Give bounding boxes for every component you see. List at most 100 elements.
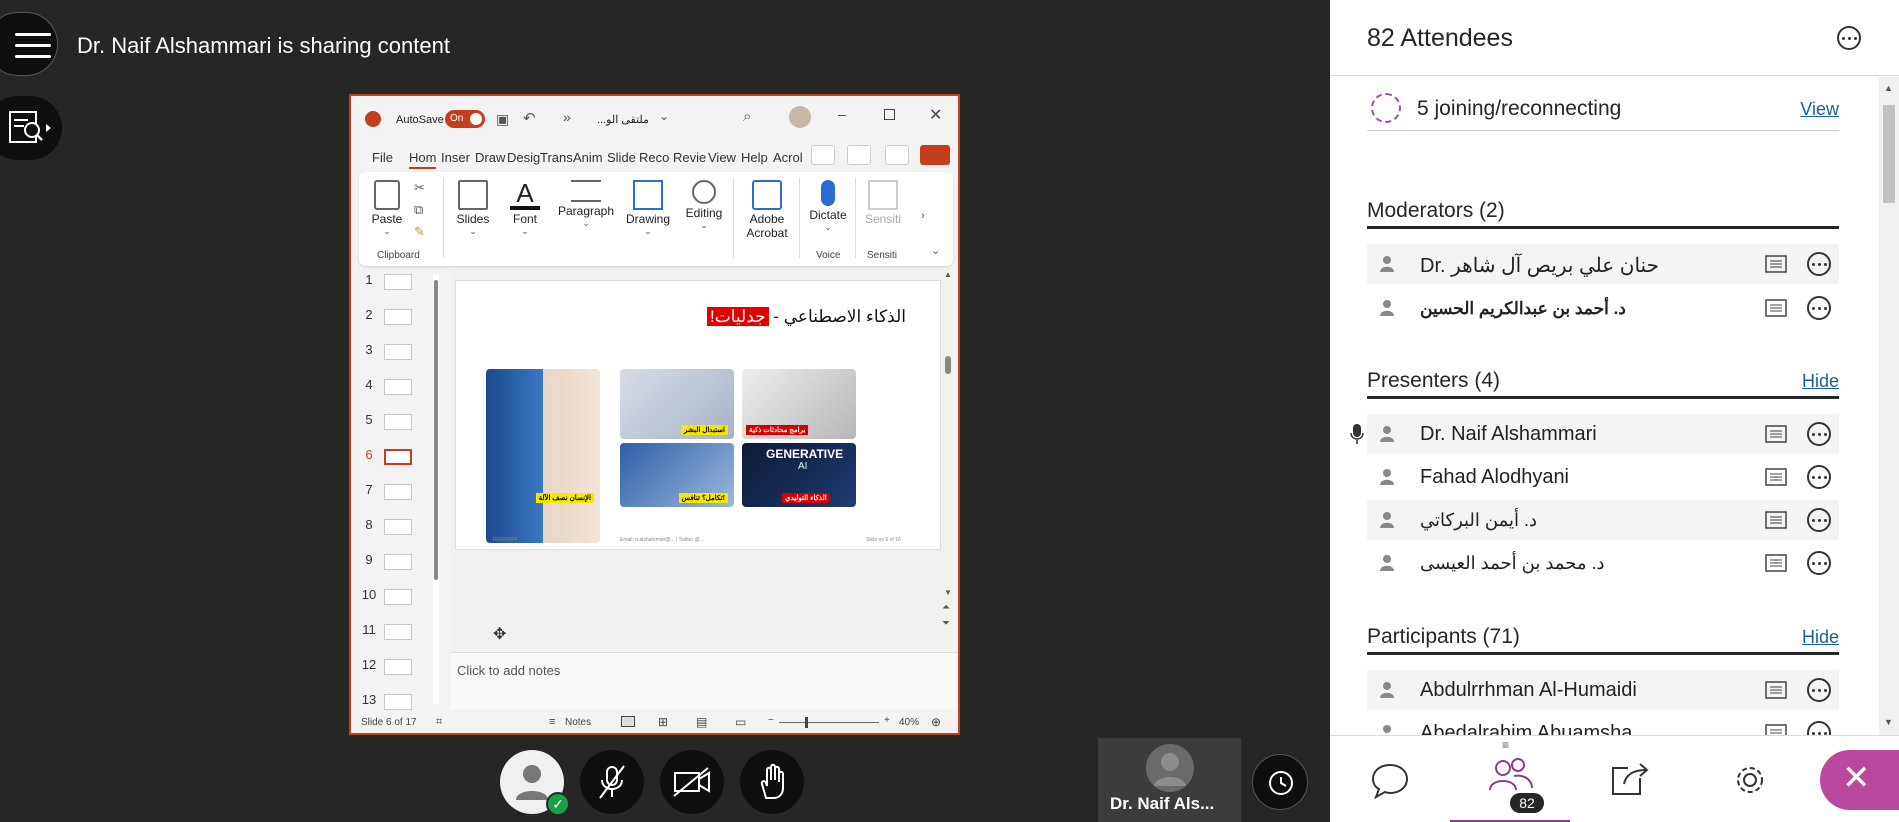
slide-thumb-3[interactable]: 3: [351, 338, 421, 362]
autosave-toggle[interactable]: On: [445, 110, 485, 128]
slide-image-generative-ai[interactable]: GENERATIVE AI الذكاء التوليدي: [742, 443, 856, 507]
tab-review[interactable]: Revie: [673, 150, 706, 165]
chevron-down-icon[interactable]: ⌄: [659, 109, 669, 123]
attendee-options-icon[interactable]: [1807, 508, 1831, 532]
slide-scrollbar-thumb[interactable]: [945, 356, 951, 374]
tab-view[interactable]: View: [708, 150, 736, 165]
tab-share-content[interactable]: [1570, 736, 1690, 822]
save-icon[interactable]: ▣: [496, 111, 509, 128]
paragraph-button[interactable]: Paragraph ⌄: [555, 172, 617, 229]
next-slide-icon[interactable]: ⏷: [942, 618, 950, 629]
search-icon[interactable]: ⌕: [743, 108, 751, 125]
joining-view-link[interactable]: View: [1800, 99, 1839, 120]
ribbon-scroll-right-icon[interactable]: ›: [921, 210, 925, 222]
slide-thumb-6[interactable]: 6: [351, 443, 421, 467]
scroll-down-icon[interactable]: ▼: [1884, 717, 1893, 727]
zoom-in-icon[interactable]: +: [884, 715, 890, 726]
raise-hand-button[interactable]: [740, 750, 804, 814]
tab-help[interactable]: Help: [741, 150, 768, 165]
font-button[interactable]: A Font ⌄: [505, 172, 545, 237]
slide-thumb-8[interactable]: 8: [351, 513, 421, 537]
slide-thumb-1[interactable]: 1: [351, 268, 421, 292]
self-video-tile[interactable]: Dr. Naif Als...: [1098, 738, 1241, 822]
thumbnails-scrollbar[interactable]: [433, 274, 439, 704]
slide-image-half-machine[interactable]: الإنسان نصف الآلة: [486, 369, 600, 543]
attendee-row[interactable]: Fahad Alodhyani: [1367, 457, 1839, 497]
slideshow-icon[interactable]: ▭: [735, 715, 746, 729]
attendee-options-icon[interactable]: [1807, 551, 1831, 575]
close-icon[interactable]: ✕: [929, 105, 942, 125]
attendee-options-icon[interactable]: [1807, 422, 1831, 446]
slide-thumb-5[interactable]: 5: [351, 408, 421, 432]
document-title[interactable]: ملتقى الو...: [597, 113, 649, 126]
fit-to-window-icon[interactable]: ⊕: [931, 715, 941, 729]
slide-thumb-9[interactable]: 9: [351, 548, 421, 572]
maximize-icon[interactable]: [884, 109, 895, 120]
attendee-options-icon[interactable]: [1807, 252, 1831, 276]
session-timer-button[interactable]: [1252, 754, 1308, 810]
tab-transitions[interactable]: Trans: [540, 150, 573, 165]
attendee-row[interactable]: Abdulrrhman Al-Humaidi: [1367, 670, 1839, 710]
content-search-button[interactable]: [0, 96, 62, 160]
attendee-options-icon[interactable]: [1807, 678, 1831, 702]
tab-design[interactable]: Desig: [507, 150, 540, 165]
attendee-row[interactable]: Dr. حنان علي بريص آل شاهر: [1367, 244, 1839, 284]
panel-more-options-icon[interactable]: [1837, 26, 1861, 50]
tab-draw[interactable]: Draw: [475, 150, 505, 165]
attendee-options-icon[interactable]: [1807, 721, 1831, 735]
slide-sorter-icon[interactable]: ⊞: [658, 715, 668, 729]
scroll-down-icon[interactable]: ▼: [944, 588, 952, 597]
slide-image-replace-humans[interactable]: استبدال البشر: [620, 369, 734, 439]
previous-slide-icon[interactable]: ⏶: [942, 602, 950, 613]
slide-image-chatbots[interactable]: برامج محادثات ذكية: [742, 369, 856, 439]
tab-acrobat[interactable]: Acrol: [773, 150, 803, 165]
slide-thumb-10[interactable]: 10: [351, 583, 421, 607]
tab-settings[interactable]: [1690, 736, 1810, 822]
participants-hide-link[interactable]: Hide: [1802, 627, 1839, 648]
close-panel-button[interactable]: ✕: [1820, 736, 1899, 822]
format-painter-icon[interactable]: ✎: [414, 224, 425, 240]
slides-button[interactable]: Slides ⌄: [451, 172, 495, 237]
zoom-slider[interactable]: [779, 717, 879, 728]
accessibility-icon[interactable]: ⌗: [436, 716, 442, 729]
notes-icon[interactable]: ≡: [549, 716, 555, 728]
attendees-scrollbar[interactable]: ▲ ▼: [1879, 77, 1899, 735]
attendee-row[interactable]: Abedalrahim Abuamsha: [1367, 713, 1839, 735]
slide-thumb-2[interactable]: 2: [351, 303, 421, 327]
comments-icon[interactable]: [885, 145, 909, 165]
cut-icon[interactable]: ✂: [414, 180, 425, 196]
slide-thumb-13[interactable]: 13: [351, 688, 421, 712]
drawing-button[interactable]: Drawing ⌄: [623, 172, 673, 237]
adobe-acrobat-button[interactable]: Adobe Acrobat: [739, 172, 795, 240]
undo-icon[interactable]: ↶: [523, 109, 536, 127]
presenters-hide-link[interactable]: Hide: [1802, 371, 1839, 392]
user-avatar[interactable]: [789, 106, 811, 128]
current-slide[interactable]: الذكاء الاصطناعي - جدليات! الإنسان نصف ا…: [455, 280, 941, 550]
attendee-row[interactable]: د. أيمن البركاتي: [1367, 500, 1839, 540]
ribbon-expand-icon[interactable]: ⌄: [931, 244, 940, 257]
slide-editor[interactable]: الذكاء الاصطناعي - جدليات! الإنسان نصف ا…: [451, 268, 953, 648]
slide-thumb-4[interactable]: 4: [351, 373, 421, 397]
notes-pane[interactable]: Click to add notes: [451, 652, 958, 710]
overflow-icon[interactable]: »: [563, 109, 571, 125]
tab-chat[interactable]: [1330, 736, 1450, 822]
teams-icon[interactable]: [847, 145, 871, 165]
reading-view-icon[interactable]: ▤: [696, 715, 707, 729]
copy-icon[interactable]: ⧉: [414, 202, 423, 218]
scroll-up-icon[interactable]: ▲: [944, 270, 952, 279]
attendee-options-icon[interactable]: [1807, 465, 1831, 489]
slide-thumb-11[interactable]: 11: [351, 618, 421, 642]
editing-button[interactable]: Editing ⌄: [681, 172, 727, 231]
tab-file[interactable]: File: [372, 150, 393, 165]
notes-toggle-label[interactable]: Notes: [565, 717, 591, 728]
attendee-row[interactable]: Dr. Naif Alshammari: [1367, 414, 1839, 454]
minimize-icon[interactable]: –: [838, 106, 846, 122]
microphone-toggle-button[interactable]: [580, 750, 644, 814]
zoom-level[interactable]: 40%: [899, 717, 919, 728]
camera-toggle-button[interactable]: [660, 750, 724, 814]
attendee-options-icon[interactable]: [1807, 296, 1831, 320]
scrollbar-thumb[interactable]: [1883, 105, 1895, 203]
sensitivity-button[interactable]: Sensiti: [859, 172, 907, 226]
slide-image-integration[interactable]: تكامل؟ تنافس!: [620, 443, 734, 507]
tab-slideshow[interactable]: Slide: [607, 150, 636, 165]
